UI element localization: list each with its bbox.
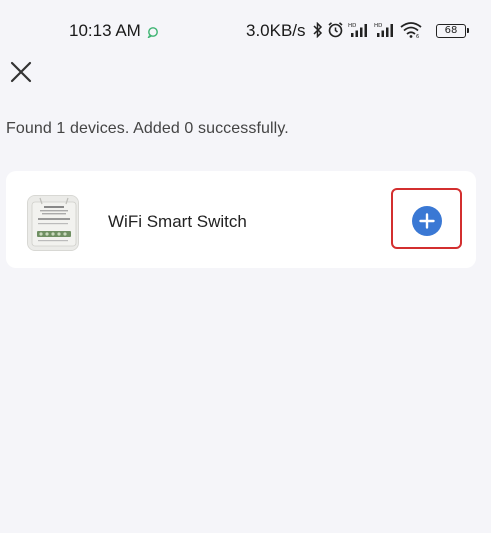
battery-icon: 68 xyxy=(436,24,469,38)
message-bubble-icon xyxy=(147,25,159,43)
status-time: 10:13 AM xyxy=(69,21,141,40)
plus-icon xyxy=(419,213,435,229)
bluetooth-icon xyxy=(313,21,323,43)
status-icons: HD HD 6 xyxy=(313,21,422,43)
network-speed: 3.0KB/s xyxy=(246,21,306,40)
hd-signal-icon: HD xyxy=(374,22,396,43)
hd-signal-icon: HD xyxy=(348,22,370,43)
device-thumbnail xyxy=(27,195,79,251)
close-button[interactable] xyxy=(9,60,33,84)
status-bar: 10:13 AM 3.0KB/s HD HD 6 68 xyxy=(0,0,491,44)
svg-text:HD: HD xyxy=(374,23,382,29)
svg-text:6: 6 xyxy=(416,34,419,38)
smart-switch-module-image xyxy=(28,196,78,250)
svg-text:HD: HD xyxy=(348,23,356,29)
device-name: WiFi Smart Switch xyxy=(108,212,247,231)
device-card[interactable]: WiFi Smart Switch xyxy=(6,171,476,268)
add-device-button[interactable] xyxy=(412,206,442,236)
scan-summary: Found 1 devices. Added 0 successfully. xyxy=(6,120,289,137)
alarm-icon xyxy=(327,21,344,43)
close-icon xyxy=(10,61,32,83)
wifi-icon: 6 xyxy=(400,21,422,43)
